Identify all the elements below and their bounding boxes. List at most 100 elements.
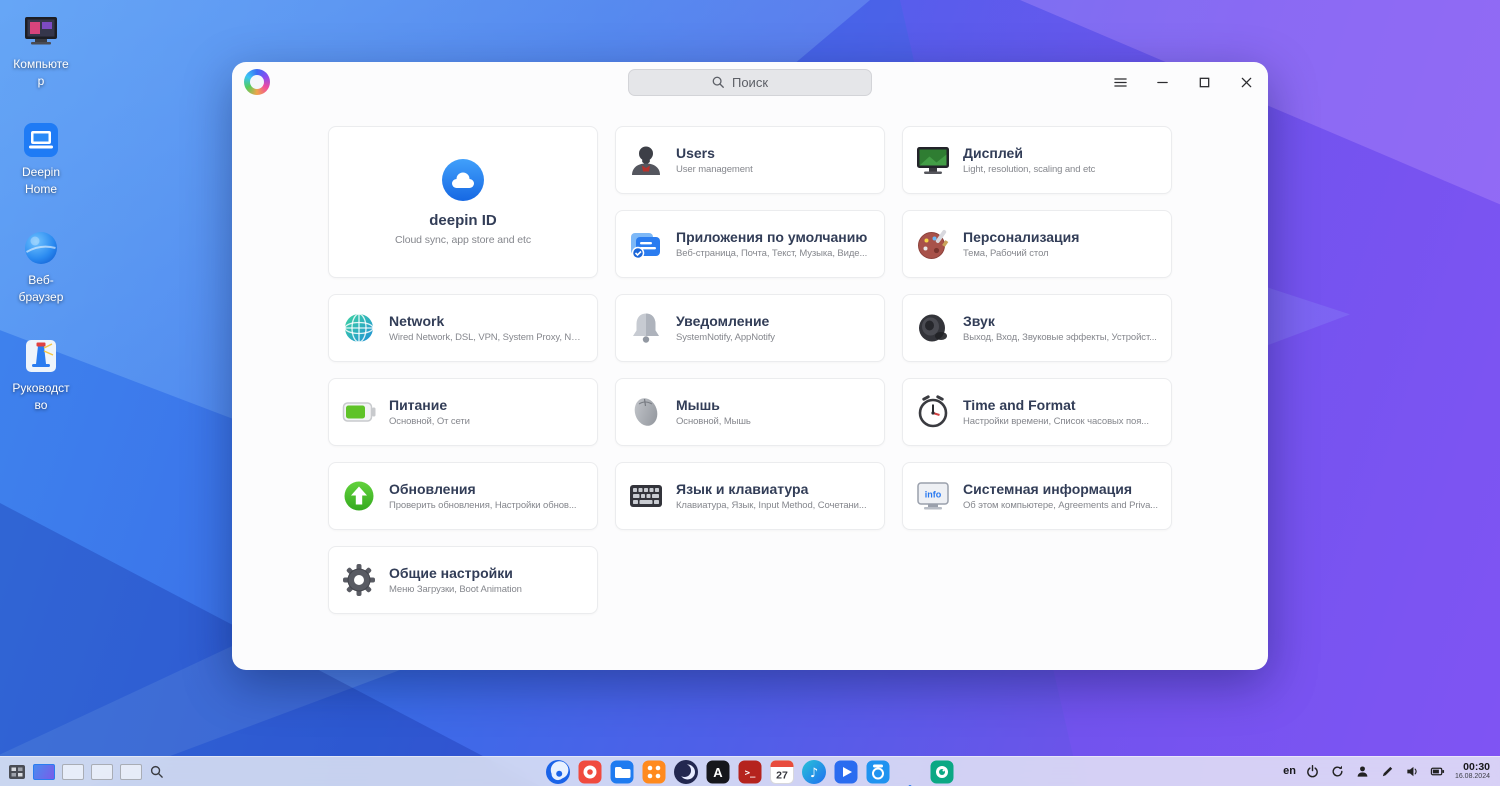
menu-button[interactable]	[1112, 74, 1128, 90]
desktop-icon-manual[interactable]: Руководство	[8, 336, 74, 414]
card-title: Мышь	[676, 397, 720, 413]
power-icon[interactable]	[1305, 763, 1321, 779]
workspace-thumbnail-4[interactable]	[120, 763, 142, 780]
settings-card-notification[interactable]: Уведомление SystemNotify, AppNotify	[615, 294, 885, 362]
dock-app-app-store[interactable]	[577, 759, 603, 785]
card-title: Питание	[389, 397, 448, 413]
maximize-button[interactable]	[1196, 74, 1212, 90]
dock-app-control-center[interactable]	[897, 759, 923, 786]
close-icon	[1241, 77, 1251, 87]
card-text: Users User management	[676, 145, 753, 175]
keyboard-layout-indicator[interactable]: en	[1283, 765, 1296, 777]
card-text: Дисплей Light, resolution, scaling and e…	[963, 145, 1095, 175]
settings-card-keyboard-language[interactable]: Язык и клавиатура Клавиатура, Язык, Inpu…	[615, 462, 885, 530]
text-editor-icon: A	[706, 760, 730, 783]
menu-icon	[1113, 77, 1127, 87]
desktop-icon-deepin-home[interactable]: Deepin Home	[8, 120, 74, 198]
dock-app-software-center[interactable]	[641, 759, 667, 785]
web-browser-icon	[25, 232, 57, 264]
tray-battery-icon[interactable]	[1430, 763, 1446, 779]
card-subtitle: Веб-страница, Почта, Текст, Музыка, Виде…	[676, 248, 868, 259]
card-title: Общие настройки	[389, 565, 513, 581]
card-subtitle: Проверить обновления, Настройки обнов...	[389, 500, 577, 511]
battery-icon	[342, 402, 376, 422]
card-subtitle: Меню Загрузки, Boot Animation	[389, 584, 522, 595]
settings-card-default-apps[interactable]: Приложения по умолчанию Веб-страница, По…	[615, 210, 885, 278]
control-center-window: deepin ID Cloud sync, app store and etc …	[232, 62, 1268, 670]
dock-app-movie[interactable]	[833, 759, 859, 785]
settings-card-system-info[interactable]: info Системная информация Об этом компью…	[902, 462, 1172, 530]
computer-icon	[25, 17, 57, 45]
updates-arrow-icon	[344, 481, 374, 511]
settings-card-personalization[interactable]: Персонализация Тема, Рабочий стол	[902, 210, 1172, 278]
multitasking-view-icon[interactable]	[8, 763, 26, 781]
movie-play-icon	[834, 760, 858, 783]
card-subtitle: Основной, Мышь	[676, 416, 751, 427]
browser-moon-icon	[674, 759, 698, 784]
dock-app-music[interactable]: ♪	[801, 759, 827, 785]
card-subtitle: Тема, Рабочий стол	[963, 248, 1049, 259]
settings-card-deepin-id[interactable]: deepin ID Cloud sync, app store and etc	[328, 126, 598, 278]
settings-card-sound[interactable]: Звук Выход, Вход, Звуковые эффекты, Устр…	[902, 294, 1172, 362]
dock-app-screen-capture[interactable]	[865, 759, 891, 785]
settings-grid-area: deepin ID Cloud sync, app store and etc …	[232, 102, 1268, 670]
network-globe-icon	[344, 313, 374, 343]
card-text: Звук Выход, Вход, Звуковые эффекты, Устр…	[963, 313, 1157, 343]
dock-app-terminal[interactable]: >_	[737, 759, 763, 785]
card-subtitle: User management	[676, 164, 753, 175]
settings-card-display[interactable]: Дисплей Light, resolution, scaling and e…	[902, 126, 1172, 194]
desktop-icon-computer[interactable]: Компьютер	[8, 12, 74, 90]
card-subtitle: Wired Network, DSL, VPN, System Proxy, N…	[389, 332, 585, 343]
dock-app-text-editor[interactable]: A	[705, 759, 731, 785]
edit-pen-icon[interactable]	[1380, 763, 1396, 779]
card-text: Уведомление SystemNotify, AppNotify	[676, 313, 775, 343]
card-text: Time and Format Настройки времени, Списо…	[963, 397, 1149, 427]
terminal-icon: >_	[738, 760, 762, 783]
workspace-thumbnail-2[interactable]	[62, 763, 84, 780]
taskbar-search-icon[interactable]	[149, 764, 164, 779]
clock[interactable]: 00:30 16.08.2024	[1454, 760, 1490, 781]
titlebar[interactable]	[232, 62, 1268, 102]
dock-app-deepin[interactable]	[545, 759, 571, 785]
settings-card-users[interactable]: Users User management	[615, 126, 885, 194]
search-box[interactable]	[628, 68, 872, 96]
dock-app-browser[interactable]	[673, 759, 699, 785]
card-title: Дисплей	[963, 145, 1023, 161]
clock-time: 00:30	[1463, 760, 1490, 773]
dock-app-calendar[interactable]: 27	[769, 759, 795, 785]
settings-card-power[interactable]: Питание Основной, От сети	[328, 378, 598, 446]
editor-glyph: A	[713, 765, 723, 780]
card-text: Мышь Основной, Мышь	[676, 397, 751, 427]
card-subtitle: SystemNotify, AppNotify	[676, 332, 775, 343]
card-subtitle: Клавиатура, Язык, Input Method, Сочетани…	[676, 500, 867, 511]
card-text: Network Wired Network, DSL, VPN, System …	[389, 313, 585, 343]
dock-app-file-manager[interactable]	[609, 759, 635, 785]
info-glyph: info	[925, 490, 942, 500]
sync-icon[interactable]	[1330, 763, 1346, 779]
dock-app-image-viewer[interactable]	[929, 759, 955, 785]
search-input[interactable]	[628, 68, 872, 96]
sound-speaker-icon	[919, 314, 947, 342]
settings-card-general[interactable]: Общие настройки Меню Загрузки, Boot Anim…	[328, 546, 598, 614]
clock-date: 16.08.2024	[1454, 773, 1490, 781]
settings-card-updates[interactable]: Обновления Проверить обновления, Настрой…	[328, 462, 598, 530]
workspace-thumbnail-3[interactable]	[91, 763, 113, 780]
default-apps-icon	[631, 233, 660, 260]
minimize-icon	[1156, 81, 1168, 83]
user-icon[interactable]	[1355, 763, 1371, 779]
minimize-button[interactable]	[1154, 74, 1170, 90]
manual-icon	[26, 340, 56, 372]
deepin-logo-icon	[546, 759, 570, 784]
workspace-thumbnail-1[interactable]	[33, 763, 55, 780]
desktop-icon-label: Веб-браузер	[18, 273, 64, 304]
settings-card-mouse[interactable]: Мышь Основной, Мышь	[615, 378, 885, 446]
card-text: Общие настройки Меню Загрузки, Boot Anim…	[389, 565, 522, 595]
settings-card-network[interactable]: Network Wired Network, DSL, VPN, System …	[328, 294, 598, 362]
close-button[interactable]	[1238, 74, 1254, 90]
card-subtitle: Light, resolution, scaling and etc	[963, 164, 1096, 175]
volume-icon[interactable]	[1405, 763, 1421, 779]
desktop-icon-web-browser[interactable]: Веб-браузер	[8, 228, 74, 306]
software-center-icon	[642, 760, 666, 783]
card-title: Network	[389, 313, 445, 329]
settings-card-time-format[interactable]: Time and Format Настройки времени, Списо…	[902, 378, 1172, 446]
